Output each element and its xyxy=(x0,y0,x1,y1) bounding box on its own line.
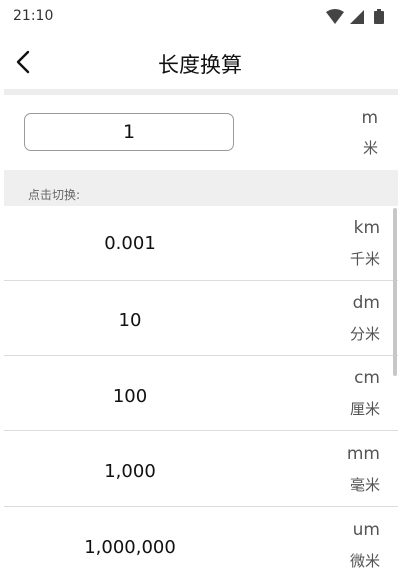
result-list: 0.001 km 千米 10 dm 分米 100 cm 厘米 1,000 mm … xyxy=(4,206,398,574)
status-icons xyxy=(326,9,384,24)
unit-name: 厘米 xyxy=(349,400,380,418)
value-input[interactable] xyxy=(24,113,234,151)
unit-symbol: um xyxy=(352,520,380,540)
cellular-signal-icon xyxy=(350,10,364,24)
unit-symbol: dm xyxy=(352,293,380,313)
result-row-km[interactable]: 0.001 km 千米 xyxy=(4,206,398,281)
result-row-mm[interactable]: 1,000 mm 毫米 xyxy=(4,432,398,507)
scrollbar[interactable] xyxy=(393,208,397,376)
page-title: 长度换算 xyxy=(158,53,242,77)
battery-icon xyxy=(374,9,384,24)
unit-name: 微米 xyxy=(349,552,380,570)
result-value: 1,000,000 xyxy=(84,537,176,558)
input-section: m 米 xyxy=(0,95,400,170)
result-row-um[interactable]: 1,000,000 um 微米 xyxy=(4,508,398,574)
app-bar: 长度换算 xyxy=(0,34,400,88)
input-unit-symbol: m xyxy=(361,108,378,128)
wifi-icon xyxy=(326,9,344,24)
status-bar: 21:10 xyxy=(0,0,400,34)
row-divider xyxy=(4,430,398,431)
hint-band: 点击切换: xyxy=(4,170,398,206)
unit-symbol: cm xyxy=(354,368,380,388)
result-value: 0.001 xyxy=(104,233,156,254)
result-row-dm[interactable]: 10 dm 分米 xyxy=(4,281,398,356)
status-time: 21:10 xyxy=(13,8,54,24)
switch-hint-label: 点击切换: xyxy=(28,188,81,202)
unit-name: 毫米 xyxy=(349,476,380,494)
row-divider xyxy=(4,506,398,507)
result-value: 100 xyxy=(112,386,148,407)
unit-symbol: mm xyxy=(346,444,380,464)
unit-name: 分米 xyxy=(349,325,380,343)
result-value: 10 xyxy=(118,310,142,331)
input-unit-name: 米 xyxy=(362,139,378,157)
unit-symbol: km xyxy=(353,218,380,238)
result-row-cm[interactable]: 100 cm 厘米 xyxy=(4,356,398,431)
unit-name: 千米 xyxy=(349,250,380,268)
result-value: 1,000 xyxy=(104,461,156,482)
